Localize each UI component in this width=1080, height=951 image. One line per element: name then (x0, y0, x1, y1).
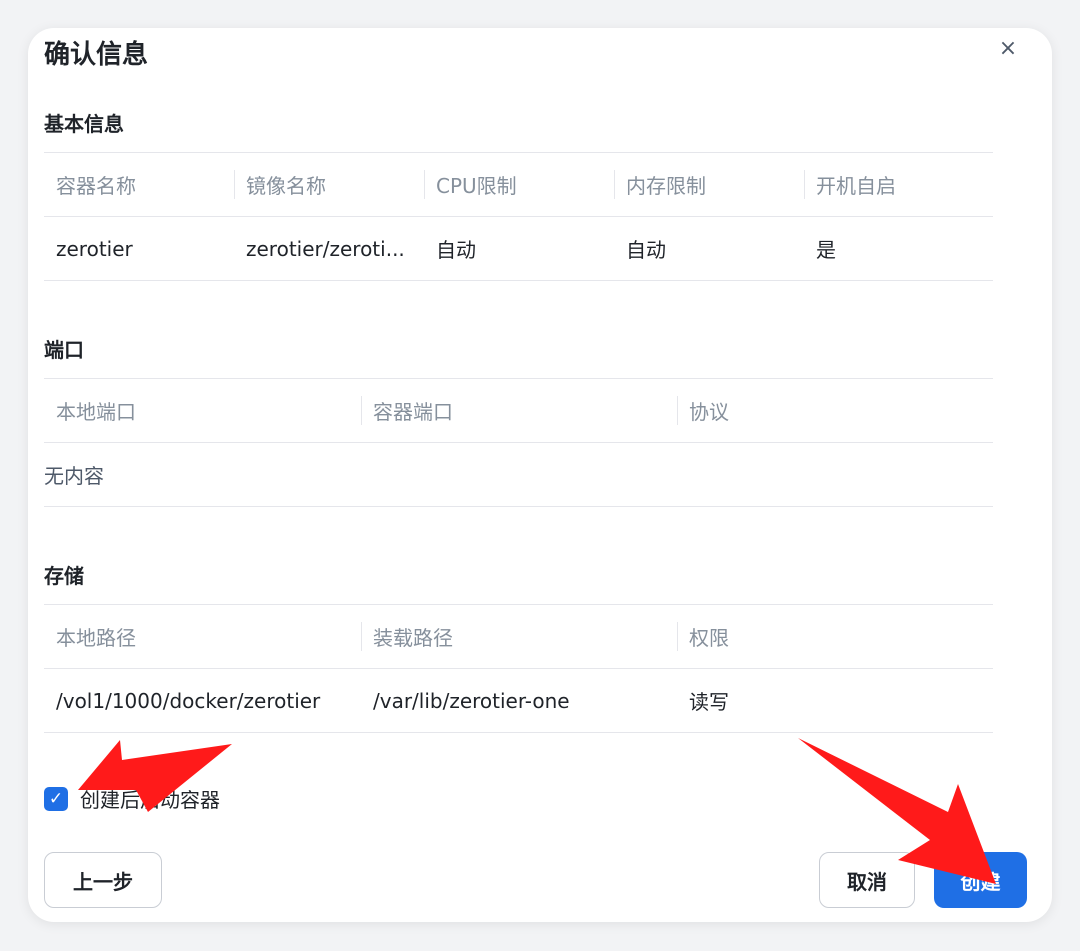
create-button[interactable]: 创建 (934, 852, 1027, 908)
basic-info-table: 容器名称 镜像名称 CPU限制 内存限制 开机自启 zerotier zerot… (44, 152, 993, 281)
previous-step-button[interactable]: 上一步 (44, 852, 162, 908)
header-image-name: 镜像名称 (234, 170, 424, 199)
cell-memory-limit: 自动 (626, 238, 666, 262)
cell-container-name: zerotier (56, 236, 133, 261)
start-after-create-label[interactable]: 创建后启动容器 (80, 784, 220, 813)
header-local-path: 本地路径 (56, 626, 136, 650)
header-container-name: 容器名称 (56, 174, 136, 198)
cell-autostart: 是 (816, 238, 836, 262)
cell-image-name: zerotier/zeroti... (246, 236, 405, 261)
dialog-title: 确认信息 (44, 40, 149, 70)
cancel-button[interactable]: 取消 (819, 852, 915, 908)
confirm-dialog: 确认信息 × 基本信息 容器名称 镜像名称 CPU限制 内存限制 开机自启 ze… (28, 28, 1052, 922)
close-icon[interactable]: × (996, 36, 1020, 61)
cell-mount-path: /var/lib/zerotier-one (373, 688, 570, 713)
header-mount-path: 装载路径 (361, 622, 677, 651)
table-row: /vol1/1000/docker/zerotier /var/lib/zero… (44, 668, 993, 733)
table-header-row: 容器名称 镜像名称 CPU限制 内存限制 开机自启 (44, 152, 993, 216)
table-header-row: 本地路径 装载路径 权限 (44, 604, 993, 668)
header-local-port: 本地端口 (56, 400, 136, 424)
cell-local-path: /vol1/1000/docker/zerotier (56, 688, 321, 713)
ports-table: 本地端口 容器端口 协议 无内容 (44, 378, 993, 507)
storage-table: 本地路径 装载路径 权限 /vol1/1000/docker/zerotier … (44, 604, 993, 733)
header-protocol: 协议 (677, 396, 993, 425)
empty-text: 无内容 (44, 464, 104, 488)
table-header-row: 本地端口 容器端口 协议 (44, 378, 993, 442)
header-container-port: 容器端口 (361, 396, 677, 425)
header-autostart: 开机自启 (804, 170, 993, 199)
header-permission: 权限 (677, 622, 993, 651)
section-title-ports: 端口 (44, 338, 84, 362)
start-after-create-option[interactable]: ✓ 创建后启动容器 (44, 784, 220, 813)
section-title-basic: 基本信息 (44, 112, 124, 136)
check-icon: ✓ (48, 788, 64, 809)
cell-permission: 读写 (689, 690, 729, 714)
header-cpu-limit: CPU限制 (424, 170, 614, 199)
section-title-storage: 存储 (44, 564, 84, 588)
header-memory-limit: 内存限制 (614, 170, 804, 199)
start-after-create-checkbox[interactable]: ✓ (44, 786, 68, 811)
table-row-empty: 无内容 (44, 442, 993, 507)
table-row: zerotier zerotier/zeroti... 自动 自动 是 (44, 216, 993, 281)
cell-cpu-limit: 自动 (436, 238, 476, 262)
